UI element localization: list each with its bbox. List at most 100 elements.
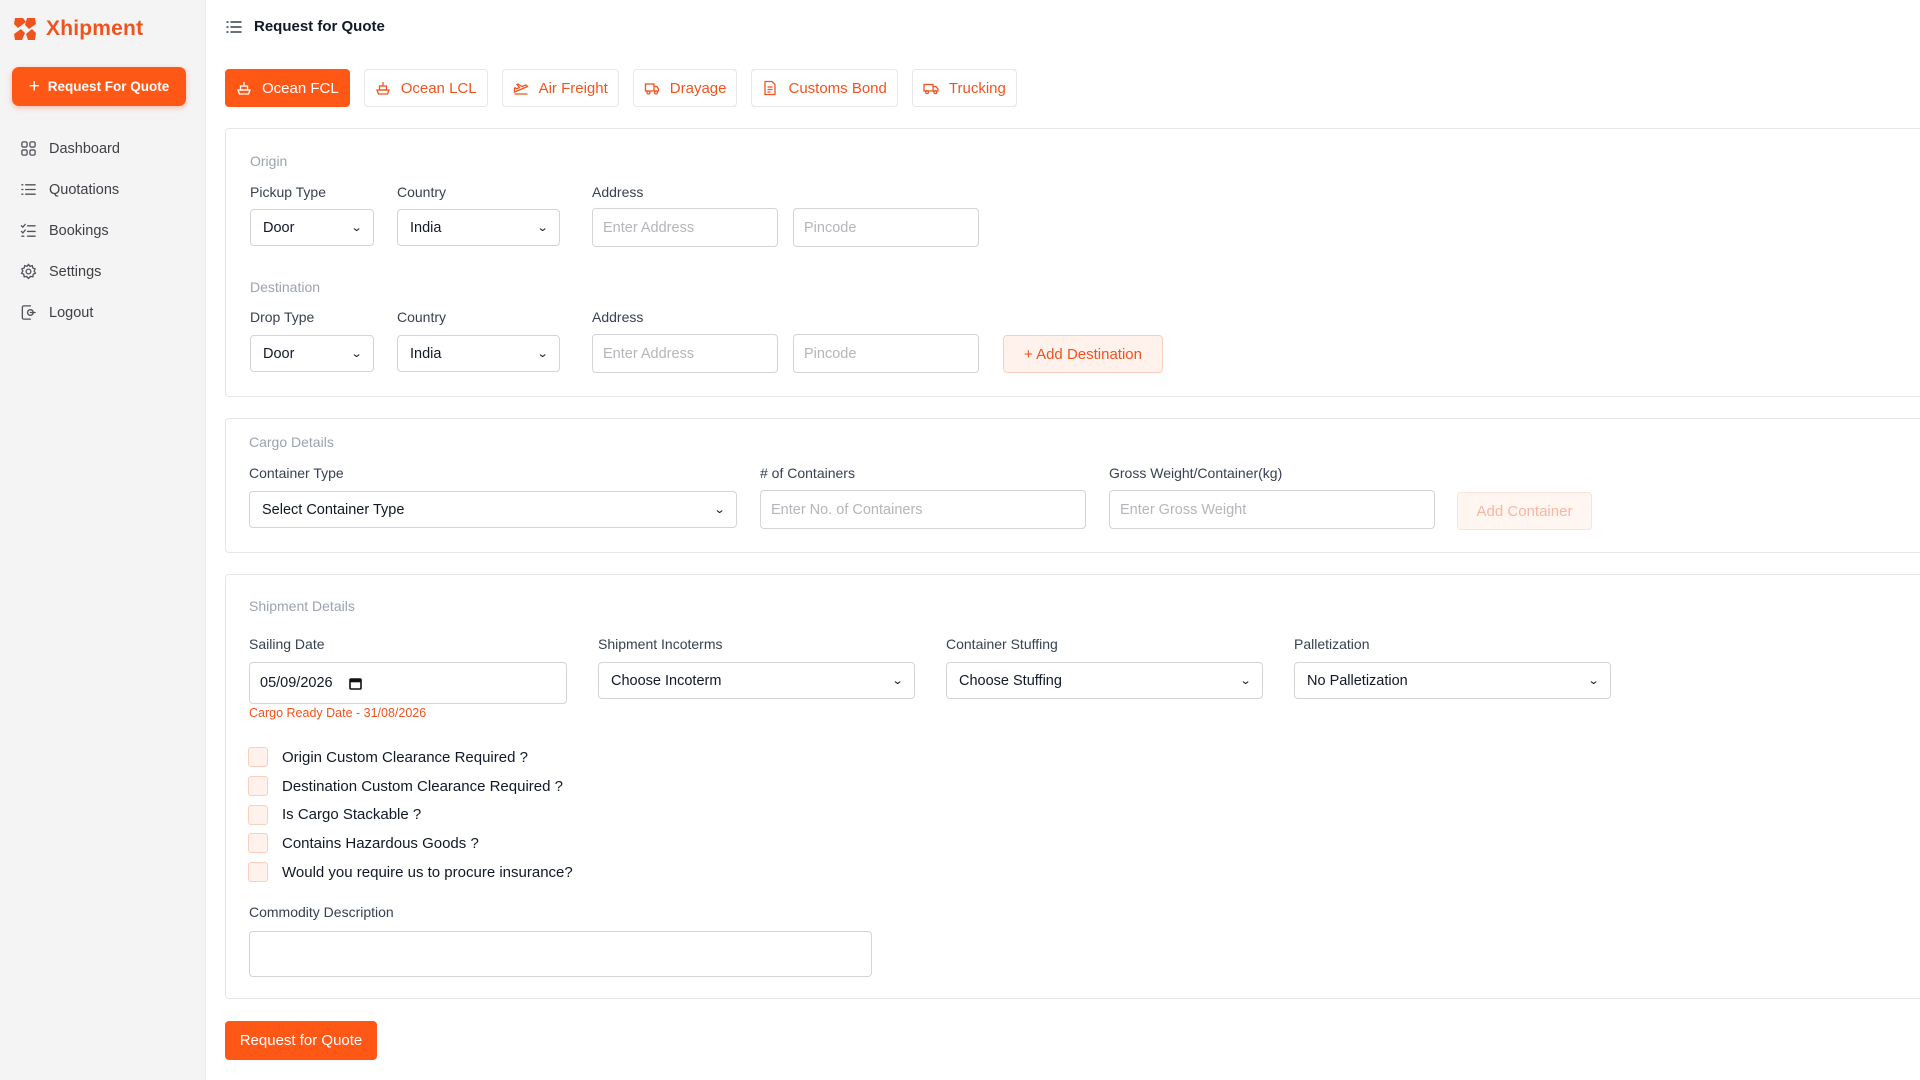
app-logo[interactable]: Xhipment [12,16,143,42]
tab-customs-bond[interactable]: Customs Bond [751,69,898,107]
page-header: Request for Quote [226,18,385,35]
container-type-value: Select Container Type [262,501,405,518]
tab-label: Drayage [669,79,727,97]
plus-icon: + [28,76,40,97]
destination-clearance-option[interactable]: Destination Custom Clearance Required ? [248,772,573,801]
tab-label: Trucking [948,79,1006,97]
service-tabs: Ocean FCL Ocean LCL Air Freight Drayage … [225,69,1017,107]
chevron-down-icon: ⌄ [891,675,904,687]
request-for-quote-sidebar-button[interactable]: + Request For Quote [12,67,186,106]
insurance-checkbox[interactable] [248,862,268,883]
container-count-input[interactable] [760,490,1086,529]
ship-icon [237,82,251,95]
cargo-card: Cargo Details Container Type Select Cont… [225,418,1920,553]
chevron-down-icon: ⌄ [536,348,549,360]
hazardous-checkbox[interactable] [248,833,268,854]
insurance-option[interactable]: Would you require us to procure insuranc… [248,858,573,887]
tab-drayage[interactable]: Drayage [632,69,738,107]
sidebar: Xhipment + Request For Quote Dashboard Q… [0,0,206,1080]
chevron-down-icon: ⌄ [713,504,726,516]
tab-label: Air Freight [538,79,608,97]
pickup-type-select[interactable]: Door ⌄ [250,209,374,246]
sidebar-nav: Dashboard Quotations Bookings Settings L… [20,128,120,333]
sidebar-item-label: Quotations [49,181,120,198]
origin-address-input[interactable] [592,208,778,247]
page-title: Request for Quote [254,18,385,35]
tab-label: Ocean FCL [262,79,339,97]
palletization-label: Palletization [1294,636,1370,652]
chevron-down-icon: ⌄ [536,222,549,234]
truck-icon [923,83,939,95]
add-container-button[interactable]: Add Container [1457,492,1592,530]
gross-weight-input[interactable] [1109,490,1435,529]
drop-type-select[interactable]: Door ⌄ [250,335,374,372]
commodity-description-input[interactable] [249,931,872,977]
add-destination-button[interactable]: + Add Destination [1003,335,1163,373]
checkbox-label: Contains Hazardous Goods ? [282,834,479,852]
origin-section-label: Origin [250,153,288,169]
drop-type-label: Drop Type [250,309,315,325]
cargo-section-label: Cargo Details [249,434,334,450]
sidebar-item-dashboard[interactable]: Dashboard [20,128,120,169]
stackable-checkbox[interactable] [248,804,268,825]
drop-type-value: Door [263,345,295,362]
palletization-value: No Palletization [1307,672,1408,689]
app-name: Xhipment [46,17,144,40]
calendar-icon[interactable] [348,677,362,690]
route-card: Origin Pickup Type Door ⌄ Country India … [225,128,1920,397]
sidebar-item-quotations[interactable]: Quotations [20,169,120,210]
grid-icon [21,141,36,156]
sidebar-item-bookings[interactable]: Bookings [20,210,120,251]
tab-trucking[interactable]: Trucking [911,69,1017,107]
container-type-label: Container Type [249,465,344,481]
incoterms-select[interactable]: Choose Incoterm ⌄ [598,662,915,699]
submit-request-button[interactable]: Request for Quote [225,1021,377,1060]
sidebar-item-label: Bookings [49,222,109,239]
truck-icon [644,83,659,95]
destination-country-select[interactable]: India ⌄ [397,335,560,372]
origin-country-value: India [410,219,442,236]
tab-label: Customs Bond [788,79,887,97]
destination-clearance-checkbox[interactable] [248,776,268,797]
pickup-type-value: Door [263,219,295,236]
request-for-quote-sidebar-label: Request For Quote [47,79,170,94]
sidebar-item-label: Logout [49,304,94,321]
shipment-options: Origin Custom Clearance Required ? Desti… [248,743,573,886]
destination-country-value: India [410,345,442,362]
container-count-label: # of Containers [760,465,855,481]
container-type-select[interactable]: Select Container Type ⌄ [249,491,737,528]
sidebar-item-label: Settings [49,263,102,280]
destination-country-label: Country [397,309,447,325]
container-stuffing-value: Choose Stuffing [959,672,1062,689]
tab-ocean-fcl[interactable]: Ocean FCL [225,69,350,107]
sailing-date-input[interactable]: 05/09/2026 [249,662,567,704]
menu-toggle-icon[interactable] [226,20,242,34]
logo-icon [12,16,38,42]
sidebar-item-logout[interactable]: Logout [20,292,120,333]
checkbox-label: Destination Custom Clearance Required ? [282,777,563,795]
destination-pincode-input[interactable] [793,334,979,373]
container-stuffing-select[interactable]: Choose Stuffing ⌄ [946,662,1263,699]
origin-country-select[interactable]: India ⌄ [397,209,560,246]
stackable-option[interactable]: Is Cargo Stackable ? [248,800,573,829]
cargo-ready-date-hint: Cargo Ready Date - 31/08/2026 [249,706,427,720]
chevron-down-icon: ⌄ [350,348,363,360]
destination-address-input[interactable] [592,334,778,373]
tab-ocean-lcl[interactable]: Ocean LCL [363,69,488,107]
checkbox-label: Origin Custom Clearance Required ? [282,748,528,766]
origin-pincode-input[interactable] [793,208,979,247]
gross-weight-label: Gross Weight/Container(kg) [1109,465,1283,481]
container-stuffing-label: Container Stuffing [946,636,1058,652]
origin-clearance-checkbox[interactable] [248,747,268,768]
tab-air-freight[interactable]: Air Freight [501,69,619,107]
plane-icon [513,83,529,95]
checkbox-label: Is Cargo Stackable ? [282,806,422,824]
incoterms-label: Shipment Incoterms [598,636,723,652]
chevron-down-icon: ⌄ [1587,675,1600,687]
sidebar-item-settings[interactable]: Settings [20,251,120,292]
palletization-select[interactable]: No Palletization ⌄ [1294,662,1611,699]
ship-icon [375,82,390,95]
origin-clearance-option[interactable]: Origin Custom Clearance Required ? [248,743,573,772]
hazardous-option[interactable]: Contains Hazardous Goods ? [248,829,573,858]
pickup-type-label: Pickup Type [250,184,327,200]
